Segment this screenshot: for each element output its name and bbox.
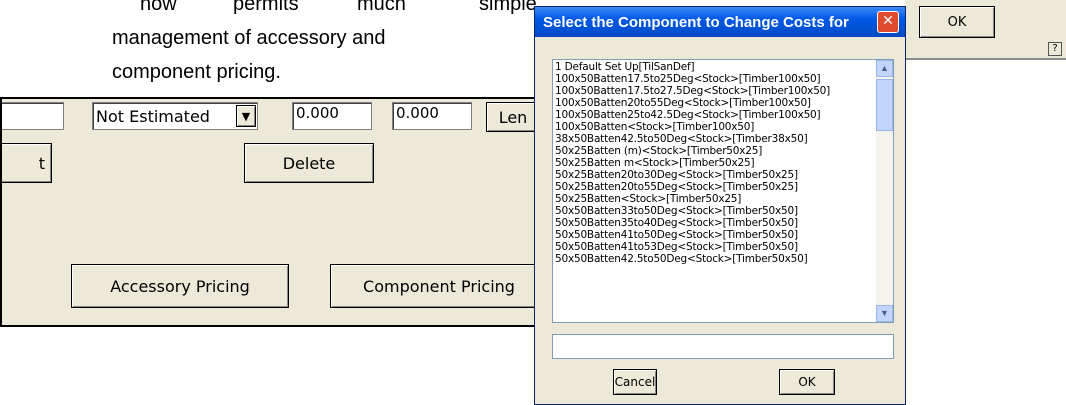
dialog-title: Select the Component to Change Costs for [543,14,849,31]
dialog-title-bar[interactable]: Select the Component to Change Costs for… [535,7,905,37]
scroll-thumb[interactable] [876,79,893,131]
select-component-dialog: Select the Component to Change Costs for… [534,6,906,405]
component-dialog: Not Estimated ▼ 0.000 0.000 Len 0. t Del… [0,97,584,327]
scroll-up-icon[interactable]: ▲ [876,60,893,77]
accessory-pricing-button[interactable]: Accessory Pricing [71,264,289,308]
estimate-select[interactable]: Not Estimated ▼ [92,102,258,130]
intro-word: simple [479,0,537,15]
intro-word: permits [233,0,299,15]
list-scrollbar[interactable]: ▲ ▼ [876,60,893,322]
close-icon[interactable]: ✕ [877,11,899,33]
left-partial-button[interactable]: t [2,143,52,183]
component-list[interactable]: 1 Default Set Up[TilSanDef] 100x50Batten… [552,59,894,323]
len-button[interactable]: Len [486,102,540,132]
intro-line-2: management of accessory and [112,27,386,49]
background-dialog: OK [905,0,1066,60]
estimate-select-value: Not Estimated [96,107,210,126]
background-checkbox[interactable]: ? [1048,42,1062,56]
cancel-button[interactable]: Cancel [613,369,657,395]
intro-line-3: component pricing. [112,61,281,83]
value-field-2[interactable]: 0.000 [392,102,472,130]
ok-button[interactable]: OK [779,369,835,395]
name-field[interactable] [2,102,64,130]
intro-word: now [140,0,177,15]
component-filter-input[interactable] [552,334,894,359]
dropdown-arrow-icon[interactable]: ▼ [236,105,256,127]
scroll-down-icon[interactable]: ▼ [876,305,893,322]
delete-button[interactable]: Delete [244,143,374,183]
component-pricing-button[interactable]: Component Pricing [330,264,548,308]
value-field-1[interactable]: 0.000 [292,102,372,130]
intro-paragraph: now permits much simple management of ac… [112,0,537,90]
list-item[interactable]: 50x50Batten42.5to50Deg<Stock>[Timber50x5… [555,253,808,266]
intro-word: much [357,0,406,15]
background-ok-button[interactable]: OK [919,6,995,38]
